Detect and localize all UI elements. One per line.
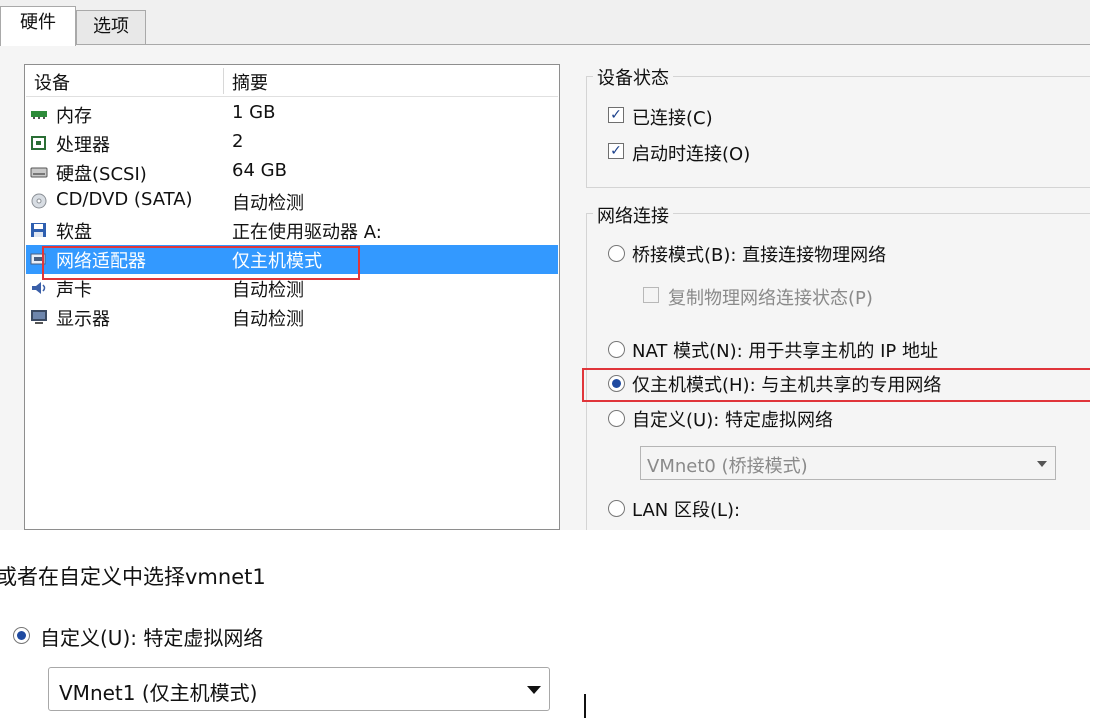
column-header-device[interactable]: 设备	[34, 69, 70, 95]
example-network-select[interactable]: VMnet1 (仅主机模式)	[48, 667, 550, 711]
device-name: 软盘	[56, 222, 92, 243]
device-summary: 正在使用驱动器 A:	[232, 222, 382, 243]
connected-checkbox[interactable]: ✓	[608, 107, 624, 123]
caption-text: 或者在自定义中选择vmnet1	[0, 565, 266, 589]
connected-label[interactable]: 已连接(C)	[632, 104, 713, 130]
device-row-harddisk[interactable]: 硬盘(SCSI) 64 GB	[26, 158, 558, 187]
chevron-down-icon	[1037, 461, 1047, 467]
connect-on-start-label[interactable]: 启动时连接(O)	[632, 140, 750, 166]
column-divider[interactable]	[223, 68, 224, 94]
display-icon	[30, 309, 48, 325]
tab-hardware-label: 硬件	[20, 12, 56, 33]
custom-network-select-value: VMnet0 (桥接模式)	[647, 456, 808, 477]
highlight-box-network-adapter	[42, 246, 360, 280]
device-summary: 2	[232, 131, 244, 152]
chevron-down-icon	[527, 686, 541, 694]
lan-segment-label[interactable]: LAN 区段(L):	[632, 496, 740, 522]
tab-options[interactable]: 选项	[76, 10, 146, 44]
sound-card-icon	[30, 280, 48, 296]
bridged-label[interactable]: 桥接模式(B): 直接连接物理网络	[632, 241, 886, 267]
custom-radio[interactable]	[608, 410, 625, 427]
lan-segment-radio[interactable]	[608, 500, 625, 517]
device-summary: 自动检测	[232, 309, 304, 330]
replicate-state-label[interactable]: 复制物理网络连接状态(P)	[668, 284, 873, 310]
device-row-cd-dvd[interactable]: CD/DVD (SATA) 自动检测	[26, 187, 558, 216]
device-list[interactable]: 设备 摘要 内存 1 GB 处理器 2 硬盘(SCSI) 64 GB CD/DV…	[24, 64, 560, 530]
processor-icon	[30, 135, 48, 151]
device-name: 显示器	[56, 309, 110, 330]
device-summary: 64 GB	[232, 160, 287, 181]
harddisk-icon	[30, 164, 48, 180]
device-summary: 1 GB	[232, 102, 276, 123]
device-name: 硬盘(SCSI)	[56, 164, 147, 185]
device-status-group	[586, 76, 1090, 188]
memory-icon	[30, 106, 48, 122]
column-header-summary[interactable]: 摘要	[232, 69, 268, 95]
text-cursor	[584, 694, 586, 718]
custom-network-select[interactable]: VMnet0 (桥接模式)	[640, 446, 1056, 480]
device-name: CD/DVD (SATA)	[56, 189, 193, 210]
cd-dvd-icon	[30, 193, 48, 209]
device-row-processor[interactable]: 处理器 2	[26, 129, 558, 158]
connect-on-start-checkbox[interactable]: ✓	[608, 143, 624, 159]
custom-label[interactable]: 自定义(U): 特定虚拟网络	[632, 406, 833, 432]
device-name: 处理器	[56, 135, 110, 156]
tab-strip	[0, 0, 1090, 45]
device-row-display[interactable]: 显示器 自动检测	[26, 303, 558, 332]
highlight-box-host-only	[582, 368, 1090, 402]
device-list-header: 设备 摘要	[26, 66, 558, 97]
bridged-radio[interactable]	[608, 245, 625, 262]
device-summary: 自动检测	[232, 193, 304, 214]
device-name: 内存	[56, 106, 92, 127]
tab-hardware[interactable]: 硬件	[0, 6, 76, 46]
network-connection-title: 网络连接	[593, 202, 673, 228]
device-row-memory[interactable]: 内存 1 GB	[26, 100, 558, 129]
example-custom-radio[interactable]	[13, 627, 30, 644]
replicate-state-checkbox[interactable]	[643, 287, 659, 303]
nat-radio[interactable]	[608, 341, 625, 358]
example-network-select-value: VMnet1 (仅主机模式)	[59, 681, 258, 705]
device-row-floppy[interactable]: 软盘 正在使用驱动器 A:	[26, 216, 558, 245]
example-custom-label[interactable]: 自定义(U): 特定虚拟网络	[40, 622, 263, 651]
floppy-icon	[30, 222, 48, 238]
vm-settings-dialog: 硬件 选项 设备 摘要 内存 1 GB 处理器 2 硬盘(SCSI) 64 GB…	[0, 0, 1090, 530]
device-status-title: 设备状态	[593, 64, 673, 90]
tab-options-label: 选项	[93, 16, 129, 37]
nat-label[interactable]: NAT 模式(N): 用于共享主机的 IP 地址	[632, 337, 938, 363]
